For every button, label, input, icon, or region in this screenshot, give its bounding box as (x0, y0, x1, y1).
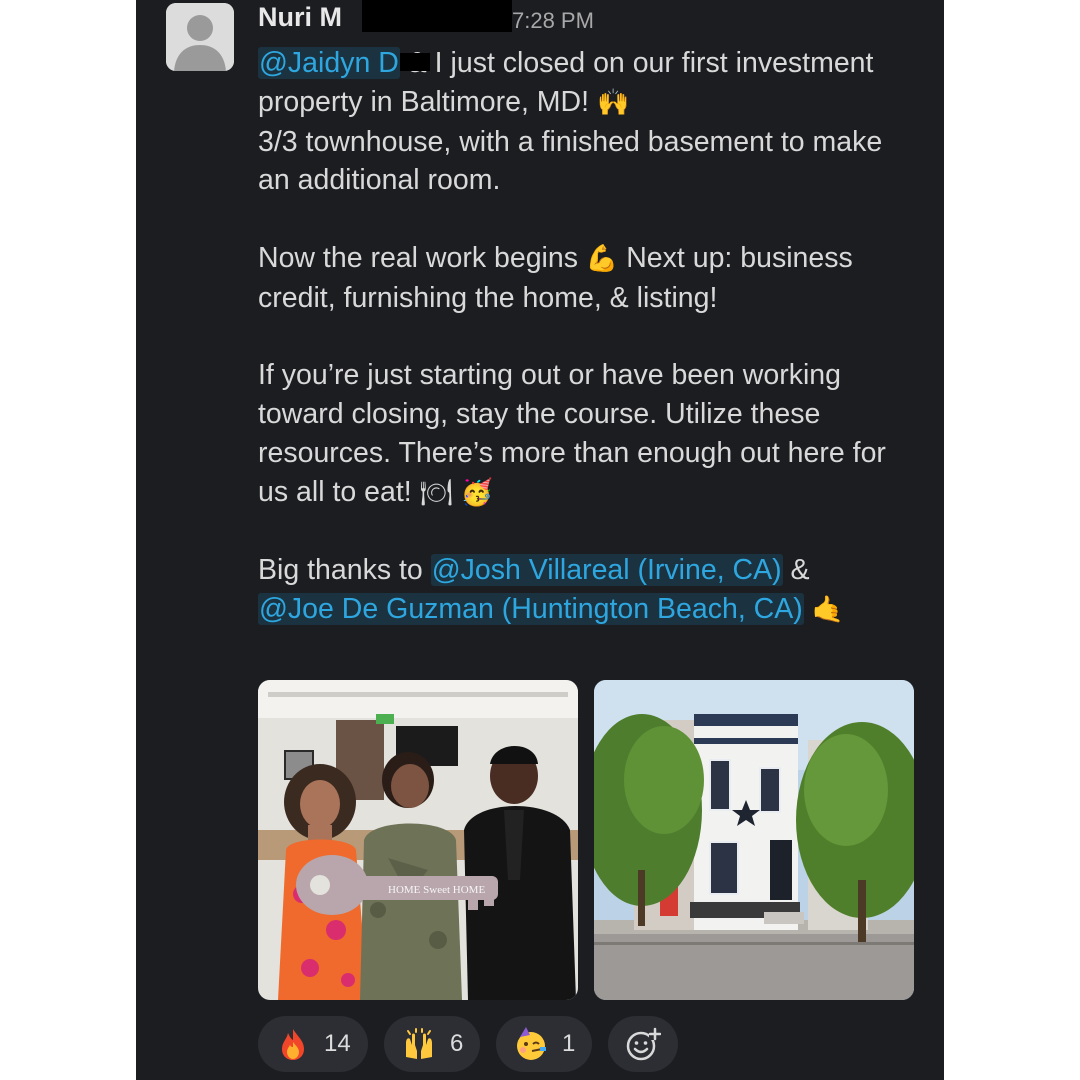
fire-emoji (276, 1027, 310, 1061)
reaction-raised-hands[interactable]: 6 (384, 1016, 480, 1072)
photo-three-people-key[interactable]: HOME Sweet HOME (258, 680, 578, 1000)
partying-face-emoji (514, 1027, 548, 1061)
message-text: If you’re just starting out or have been… (258, 359, 886, 508)
add-reaction-icon (626, 1027, 661, 1061)
message-paragraph-3: If you’re just starting out or have been… (258, 356, 918, 512)
reaction-count: 1 (562, 1030, 576, 1057)
reaction-fire[interactable]: 14 (258, 1016, 368, 1072)
message-text: Now the real work begins (258, 241, 586, 274)
call-me-hand-emoji: 🤙 (811, 595, 845, 626)
message-paragraph-1: @Jaidyn D & I just closed on our first i… (258, 44, 918, 200)
default-avatar-icon (166, 3, 234, 71)
reaction-count: 6 (450, 1030, 464, 1057)
message-panel: Nuri M 7:28 PM @Jaidyn D & I just closed… (136, 0, 944, 1080)
message-text: Big thanks to (258, 554, 431, 587)
mention-jaidyn[interactable]: @Jaidyn D (258, 47, 430, 79)
user-avatar[interactable] (166, 3, 234, 71)
key-text: HOME Sweet HOME (388, 884, 485, 896)
mention-joe[interactable]: @Joe De Guzman (Huntington Beach, CA) (258, 593, 804, 626)
mention-josh[interactable]: @Josh Villareal (Irvine, CA) (430, 554, 783, 587)
reaction-count: 14 (324, 1030, 351, 1057)
author-name[interactable]: Nuri M (258, 2, 342, 33)
message-paragraph-2: Now the real work begins 💪 Next up: busi… (258, 239, 918, 318)
redaction-bar (399, 53, 430, 71)
flexed-biceps-emoji: 💪 (585, 243, 619, 274)
add-reaction-button[interactable] (608, 1016, 678, 1072)
raised-hands-emoji: 🙌 (596, 87, 630, 118)
partying-face-emoji: 🥳 (460, 477, 493, 508)
photo-townhouse[interactable] (594, 680, 914, 1000)
message-paragraph-4: Big thanks to @Josh Villareal (Irvine, C… (258, 551, 918, 630)
message-text: 3/3 townhouse, with a finished basement … (258, 125, 883, 197)
message-body: @Jaidyn D & I just closed on our first i… (258, 44, 918, 669)
message-timestamp[interactable]: 7:28 PM (512, 8, 594, 34)
reaction-partying-face[interactable]: 1 (496, 1016, 592, 1072)
mention-text: @Jaidyn D (259, 47, 399, 79)
fork-knife-plate-emoji: 🍽 (419, 477, 453, 508)
message-text: & (782, 554, 810, 587)
raised-hands-emoji (402, 1027, 436, 1061)
redaction-bar (362, 0, 512, 32)
